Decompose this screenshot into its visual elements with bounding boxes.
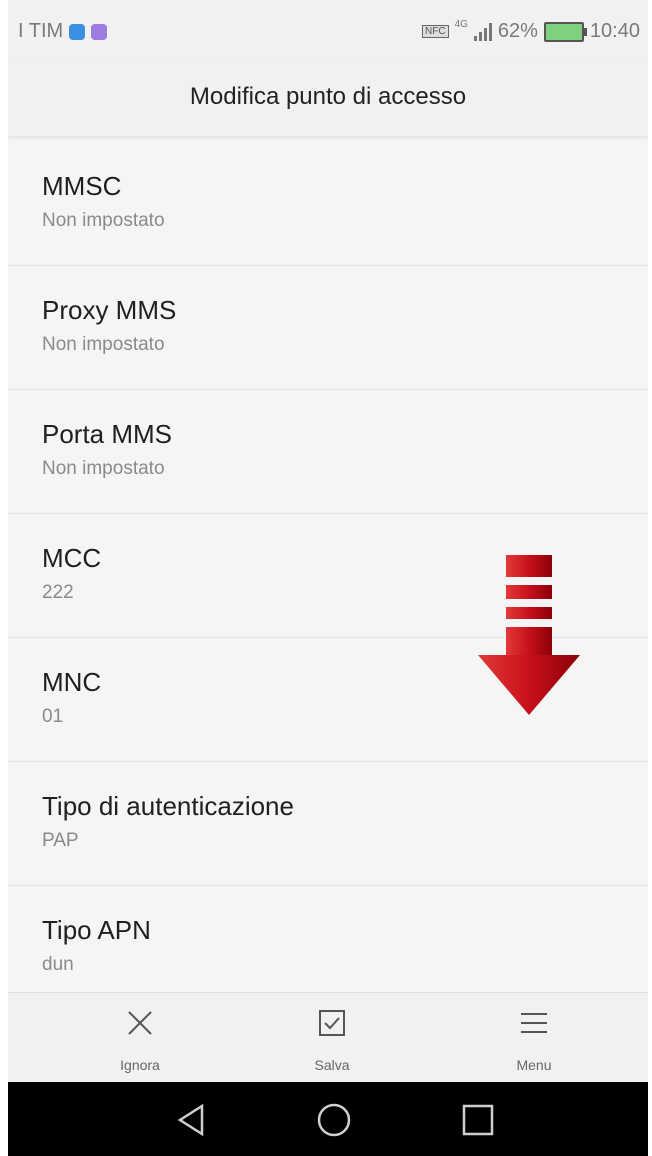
navigation-bar xyxy=(8,1082,648,1156)
setting-value: Non impostato xyxy=(42,458,165,479)
bottom-action-bar: Ignora Salva Menu xyxy=(8,992,648,1083)
phone-screen: I TIM NFC 4G 62% 10:40 Modifica punto di… xyxy=(8,0,648,1156)
battery-percent: 62% xyxy=(497,20,538,42)
close-icon xyxy=(128,1011,152,1035)
status-bar: I TIM NFC 4G 62% 10:40 xyxy=(8,0,648,62)
setting-row-mmsc[interactable]: MMSC Non impostato xyxy=(8,142,648,266)
setting-title: Tipo di autenticazione xyxy=(42,791,294,821)
battery-icon xyxy=(543,21,587,42)
setting-title: Proxy MMS xyxy=(42,295,177,325)
setting-title: Porta MMS xyxy=(42,419,173,449)
save-label: Salva xyxy=(314,1057,350,1073)
menu-label: Menu xyxy=(516,1057,552,1073)
checkbox-icon xyxy=(319,1010,345,1036)
setting-title: MMSC xyxy=(42,171,122,201)
menu-button[interactable]: Menu xyxy=(474,993,594,1083)
clock: 10:40 xyxy=(589,20,640,42)
ignore-label: Ignora xyxy=(120,1057,160,1073)
signal-icon xyxy=(473,22,492,41)
down-arrow-icon xyxy=(478,555,580,715)
setting-value: PAP xyxy=(42,830,79,851)
setting-row-porta-mms[interactable]: Porta MMS Non impostato xyxy=(8,390,648,514)
recent-square-icon[interactable] xyxy=(458,1100,498,1140)
save-button[interactable]: Salva xyxy=(272,993,392,1083)
setting-row-proxy-mms[interactable]: Proxy MMS Non impostato xyxy=(8,266,648,390)
page-title: Modifica punto di accesso xyxy=(8,62,648,136)
setting-value: Non impostato xyxy=(42,334,165,355)
status-left: I TIM xyxy=(18,20,108,43)
status-right: NFC 4G 62% 10:40 xyxy=(422,19,640,43)
home-circle-icon[interactable] xyxy=(314,1100,354,1140)
app-notification-icon xyxy=(69,23,86,40)
ignore-button[interactable]: Ignora xyxy=(80,993,200,1083)
network-type: 4G xyxy=(454,19,468,30)
viber-icon xyxy=(91,23,108,40)
setting-value: dun xyxy=(42,954,74,975)
hamburger-icon xyxy=(521,1013,547,1033)
nfc-icon: NFC xyxy=(422,25,449,38)
setting-row-apn-type[interactable]: Tipo APN dun xyxy=(8,886,648,992)
back-triangle-icon[interactable] xyxy=(172,1100,212,1140)
setting-row-auth-type[interactable]: Tipo di autenticazione PAP xyxy=(8,762,648,886)
setting-title: Tipo APN xyxy=(42,915,151,945)
carrier-name: I TIM xyxy=(18,20,64,42)
setting-value: Non impostato xyxy=(42,210,165,231)
